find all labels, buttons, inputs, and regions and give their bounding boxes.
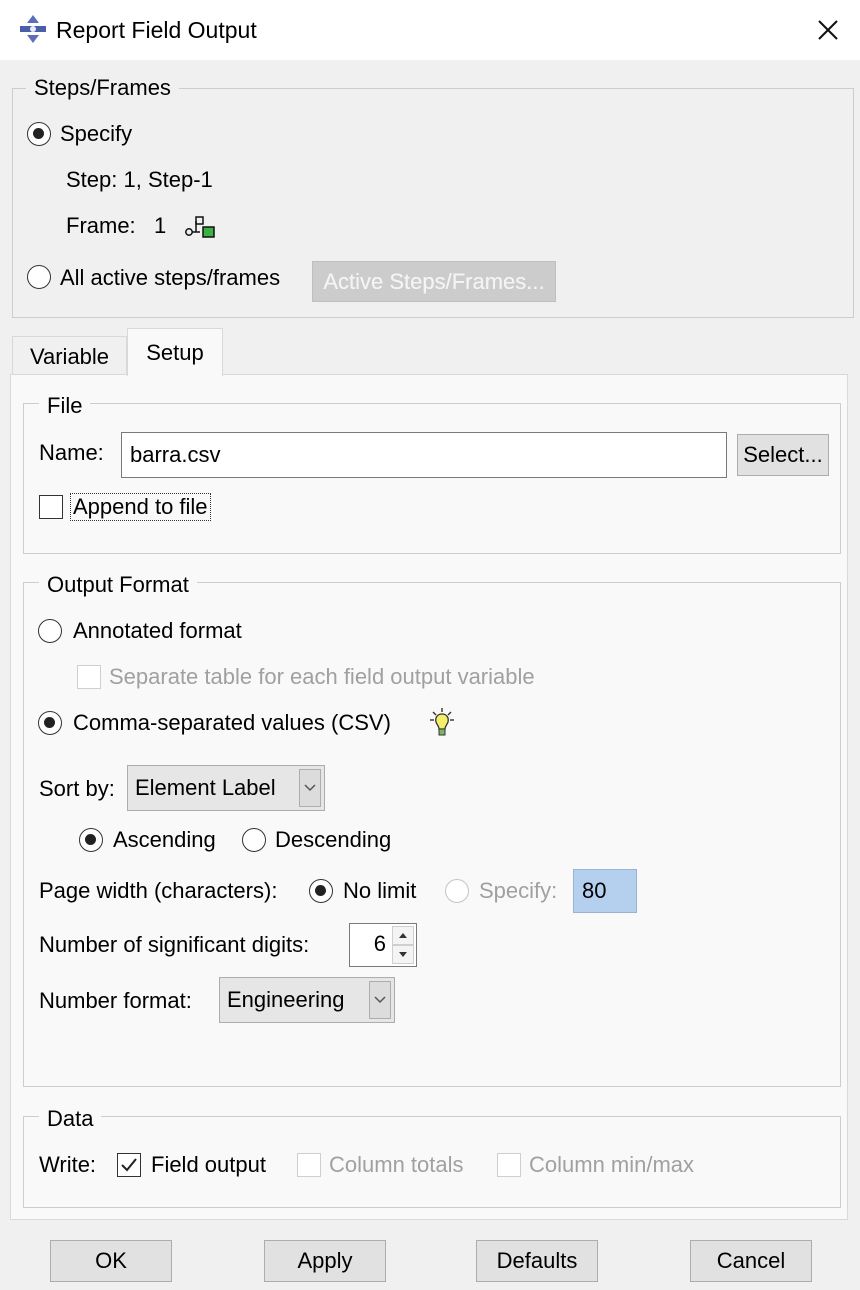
no-limit-label[interactable]: No limit bbox=[343, 878, 416, 904]
ascending-label[interactable]: Ascending bbox=[113, 827, 216, 853]
close-icon bbox=[818, 20, 838, 40]
sort-by-select[interactable]: Element Label bbox=[127, 765, 325, 811]
chevron-down-icon bbox=[299, 769, 321, 807]
ascending-radio[interactable] bbox=[79, 828, 103, 852]
specify-width-label[interactable]: Specify: bbox=[479, 878, 557, 904]
column-minmax-label[interactable]: Column min/max bbox=[529, 1152, 694, 1178]
field-output-label[interactable]: Field output bbox=[151, 1152, 266, 1178]
frame-select-icon[interactable] bbox=[184, 213, 218, 239]
lightbulb-icon[interactable] bbox=[427, 707, 457, 739]
spin-down-icon[interactable] bbox=[392, 945, 414, 964]
select-file-button[interactable]: Select... bbox=[737, 434, 829, 476]
number-format-label: Number format: bbox=[39, 988, 192, 1013]
all-active-radio[interactable] bbox=[27, 265, 51, 289]
defaults-button[interactable]: Defaults bbox=[476, 1240, 598, 1282]
number-format-select[interactable]: Engineering bbox=[219, 977, 395, 1023]
data-group-label: Data bbox=[39, 1106, 102, 1132]
file-group bbox=[23, 403, 841, 554]
close-button[interactable] bbox=[808, 10, 848, 50]
steps-frames-group-label: Steps/Frames bbox=[26, 75, 179, 101]
annotated-format-radio[interactable] bbox=[38, 619, 62, 643]
descending-label[interactable]: Descending bbox=[275, 827, 391, 853]
page-width-label: Page width (characters): bbox=[39, 878, 278, 903]
csv-radio[interactable] bbox=[38, 711, 62, 735]
specify-label[interactable]: Specify bbox=[60, 121, 132, 147]
spin-up-icon[interactable] bbox=[392, 926, 414, 945]
column-totals-label[interactable]: Column totals bbox=[329, 1152, 464, 1178]
cancel-button[interactable]: Cancel bbox=[690, 1240, 812, 1282]
check-icon bbox=[121, 1158, 137, 1172]
all-active-label[interactable]: All active steps/frames bbox=[60, 265, 280, 291]
window-title: Report Field Output bbox=[56, 17, 257, 43]
column-minmax-checkbox[interactable] bbox=[497, 1153, 521, 1177]
sig-digits-spinner[interactable]: 6 bbox=[349, 923, 417, 967]
tab-setup[interactable]: Setup bbox=[127, 328, 223, 376]
annotated-format-label[interactable]: Annotated format bbox=[73, 618, 242, 644]
separate-table-label[interactable]: Separate table for each field output var… bbox=[109, 664, 535, 690]
file-name-value: barra.csv bbox=[130, 442, 221, 467]
setup-tab-panel: File Name: barra.csv Select... Append to… bbox=[10, 374, 848, 1220]
append-checkbox[interactable] bbox=[39, 495, 63, 519]
output-format-group-label: Output Format bbox=[39, 572, 197, 598]
frame-label: Frame: bbox=[66, 213, 136, 238]
abaqus-app-icon bbox=[18, 14, 48, 44]
specify-width-input[interactable]: 80 bbox=[573, 869, 637, 913]
chevron-down-icon bbox=[369, 981, 391, 1019]
sort-by-value: Element Label bbox=[135, 775, 276, 800]
frame-value: 1 bbox=[154, 213, 167, 238]
append-label[interactable]: Append to file bbox=[70, 493, 211, 521]
tab-variable-label: Variable bbox=[29, 343, 110, 369]
title-bar: Report Field Output bbox=[0, 0, 860, 60]
sig-digits-label: Number of significant digits: bbox=[39, 932, 310, 957]
sig-digits-value: 6 bbox=[373, 931, 386, 956]
file-name-label: Name: bbox=[39, 440, 104, 465]
file-name-input[interactable]: barra.csv bbox=[121, 432, 727, 478]
field-output-checkbox[interactable] bbox=[117, 1153, 141, 1177]
separate-table-checkbox[interactable] bbox=[77, 665, 101, 689]
write-label: Write: bbox=[39, 1152, 97, 1177]
tab-variable[interactable]: Variable bbox=[12, 336, 127, 376]
specify-width-value: 80 bbox=[582, 878, 607, 903]
tab-setup-label: Setup bbox=[146, 339, 204, 365]
descending-radio[interactable] bbox=[242, 828, 266, 852]
ok-button[interactable]: OK bbox=[50, 1240, 172, 1282]
file-group-label: File bbox=[39, 393, 91, 419]
specify-width-radio[interactable] bbox=[445, 879, 469, 903]
sort-by-label: Sort by: bbox=[39, 776, 115, 801]
active-steps-frames-button[interactable]: Active Steps/Frames... bbox=[312, 261, 556, 302]
column-totals-checkbox[interactable] bbox=[297, 1153, 321, 1177]
csv-label[interactable]: Comma-separated values (CSV) bbox=[73, 710, 391, 736]
no-limit-radio[interactable] bbox=[309, 879, 333, 903]
number-format-value: Engineering bbox=[227, 987, 345, 1012]
apply-button[interactable]: Apply bbox=[264, 1240, 386, 1282]
specify-radio[interactable] bbox=[27, 122, 51, 146]
step-text: Step: 1, Step-1 bbox=[66, 167, 213, 192]
